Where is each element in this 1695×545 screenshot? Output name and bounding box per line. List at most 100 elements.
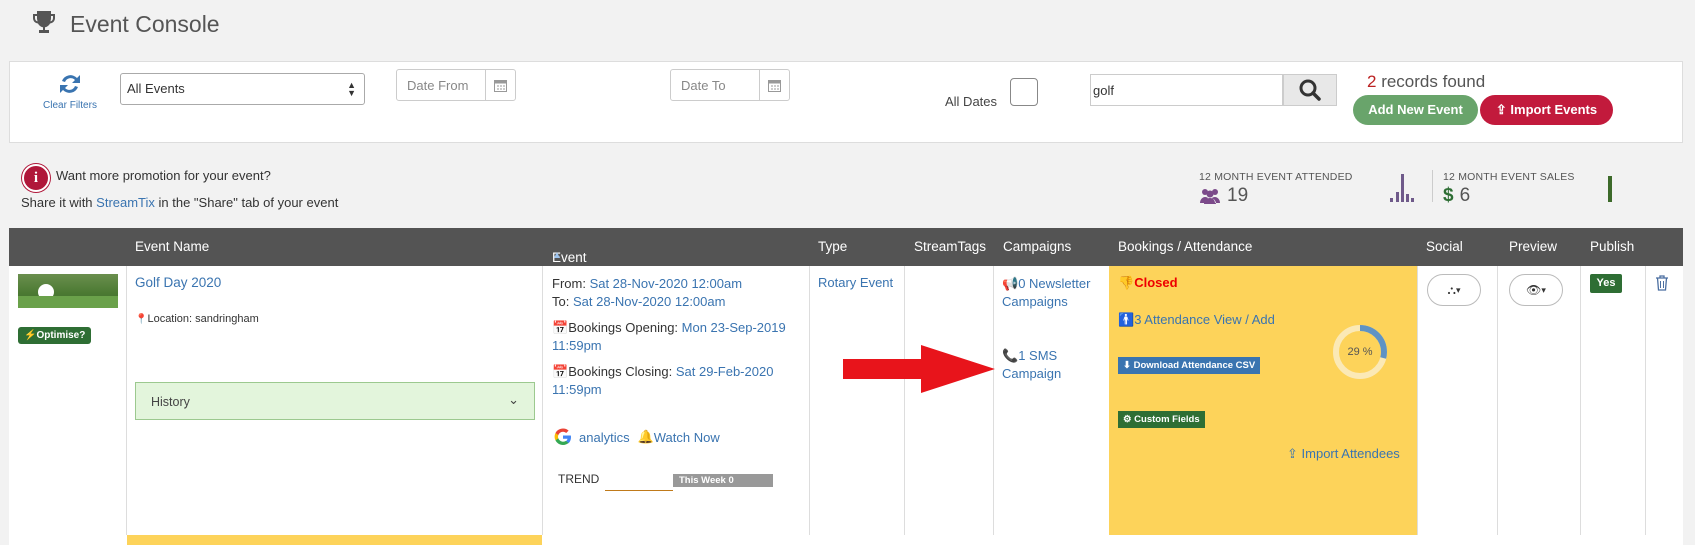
import-attendees-link[interactable]: ⇪ Import Attendees — [1287, 446, 1400, 462]
import-events-button[interactable]: ⇪ Import Events — [1480, 95, 1613, 125]
bookings-closing-row: 📅Bookings Closing: Sat 29-Feb-2020 11:59p… — [552, 363, 802, 399]
date-from-input[interactable]: Date From — [396, 69, 516, 101]
sms-count: 1 SMS — [1018, 348, 1058, 363]
bookings-closing-value: Sat 29-Feb-2020 — [675, 364, 774, 379]
col-divider — [1417, 266, 1418, 545]
records-found: 2 records found — [1367, 72, 1485, 92]
refresh-icon — [60, 75, 80, 93]
stat-divider — [1432, 170, 1433, 202]
import-events-label: Import Events — [1510, 102, 1598, 117]
download-icon: ⬇ — [1123, 360, 1131, 371]
dollar-icon: $ — [1443, 185, 1454, 206]
optimise-badge[interactable]: ⚡Optimise? — [18, 327, 92, 344]
trophy-icon — [30, 8, 58, 41]
attended-stat: 12 MONTH EVENT ATTENDED 19 — [1199, 171, 1353, 207]
promo-share-pre: Share it with — [21, 195, 97, 210]
download-csv-button[interactable]: ⬇ Download Attendance CSV — [1118, 357, 1261, 374]
search-button[interactable] — [1283, 74, 1337, 106]
preview-dropdown[interactable]: 👁 ▾ — [1509, 274, 1563, 306]
all-dates-checkbox[interactable] — [1010, 78, 1038, 106]
clear-filters-button[interactable]: Clear Filters — [34, 72, 106, 111]
sms-campaign-link[interactable]: 📞1 SMS Campaign — [1002, 347, 1061, 383]
bookings-opening-value: Mon 23-Sep-2019 — [681, 320, 786, 335]
add-new-event-button[interactable]: Add New Event — [1353, 95, 1478, 125]
attended-value: 19 — [1227, 185, 1249, 206]
date-to-row: To: Sat 28-Nov-2020 12:00am — [552, 293, 802, 311]
eye-icon: 👁 — [1526, 283, 1542, 297]
history-label: History — [151, 395, 190, 409]
promo-text: Want more promotion for your event? — [56, 168, 271, 183]
optimise-label: Optimise? — [36, 330, 86, 341]
col-divider — [904, 266, 905, 545]
caret-down-icon: ▾ — [1541, 284, 1546, 295]
table-header: Event Name Event Dates ▲ Type StreamTags… — [9, 228, 1683, 280]
red-arrow-annotation — [843, 345, 995, 393]
sales-label: 12 MONTH EVENT SALES — [1443, 171, 1575, 183]
upload-icon: ⇪ — [1287, 446, 1298, 461]
analytics-link[interactable]: analytics — [579, 430, 630, 445]
event-thumbnail[interactable] — [18, 274, 118, 308]
newsletter-campaigns-label: Campaigns — [1002, 294, 1068, 309]
trend-line — [605, 490, 673, 491]
import-attendees-label: Import Attendees — [1301, 446, 1400, 461]
bookings-closing-time: 11:59pm — [552, 382, 602, 397]
streamtix-link[interactable]: StreamTix — [96, 195, 155, 210]
col-divider — [809, 266, 810, 545]
caret-down-icon: ▾ — [1455, 284, 1461, 295]
search-icon — [1299, 79, 1321, 101]
col-type[interactable]: Type — [818, 239, 847, 254]
publish-badge[interactable]: Yes — [1590, 274, 1622, 293]
megaphone-icon: 📢 — [1002, 276, 1019, 291]
promo-share-post: in the "Share" tab of your event — [154, 195, 339, 210]
event-type-link[interactable]: Rotary Event — [818, 275, 893, 290]
event-location-text: Location: sandringham — [147, 313, 259, 325]
chevron-down-icon: ⌄ — [508, 392, 519, 407]
col-event-name[interactable]: Event Name — [135, 239, 209, 254]
trend-badge: This Week 0 — [673, 474, 773, 487]
thumbs-down-icon: 👎 — [1118, 275, 1135, 290]
date-to-placeholder: Date To — [681, 78, 726, 93]
download-csv-label: Download Attendance CSV — [1133, 360, 1256, 371]
trend-label: TREND — [558, 472, 600, 486]
event-location: 📍Location: sandringham — [135, 313, 259, 325]
select-arrows-icon: ▲ ▼ — [347, 80, 356, 98]
analytics-row: analytics 🔔 Watch Now — [553, 427, 720, 447]
event-dates: From: Sat 28-Nov-2020 12:00am To: Sat 28… — [552, 275, 802, 399]
event-filter-value: All Events — [127, 81, 185, 96]
trash-icon[interactable] — [1655, 275, 1669, 296]
upload-icon: ⇪ — [1495, 102, 1507, 117]
attended-label: 12 MONTH EVENT ATTENDED — [1199, 171, 1353, 183]
newsletter-count: 0 Newsletter — [1018, 276, 1091, 291]
sales-sparkline — [1608, 176, 1612, 202]
calendar-icon[interactable] — [759, 70, 789, 100]
info-icon: i — [22, 164, 50, 192]
calendar-icon[interactable] — [485, 70, 515, 100]
bookings-cell — [1109, 266, 1418, 545]
sms-campaign-label: Campaign — [1002, 366, 1062, 381]
calendar-icon: 📅 — [552, 320, 569, 335]
date-from-placeholder: Date From — [407, 78, 469, 93]
col-streamtags: StreamTags — [914, 239, 987, 254]
watch-now-link[interactable]: Watch Now — [654, 430, 720, 445]
event-filter-select[interactable]: All Events ▲ ▼ — [120, 73, 365, 105]
date-to-input[interactable]: Date To — [670, 69, 790, 101]
clear-filters-label: Clear Filters — [43, 100, 97, 111]
status-closed: 👎Closed — [1118, 275, 1178, 291]
bookings-opening-row: 📅Bookings Opening: Mon 23-Sep-2019 11:59p… — [552, 319, 802, 355]
bookings-opening-time: 11:59pm — [552, 338, 602, 353]
event-name-link[interactable]: Golf Day 2020 — [135, 275, 221, 290]
person-icon: 🚹 — [1118, 312, 1135, 327]
history-accordion[interactable]: History ⌄ — [135, 382, 535, 420]
col-bookings: Bookings / Attendance — [1118, 239, 1253, 254]
attendance-percent: 29 % — [1347, 346, 1373, 358]
attendance-link[interactable]: 🚹3 Attendance View / Add — [1118, 312, 1275, 328]
col-campaigns: Campaigns — [1003, 239, 1072, 254]
sitemap-icon: ⛬ — [1447, 282, 1456, 297]
search-input[interactable]: golf — [1090, 74, 1283, 106]
col-publish: Publish — [1590, 239, 1635, 254]
custom-fields-button[interactable]: ⚙ Custom Fields — [1118, 411, 1205, 428]
social-share-dropdown[interactable]: ⛬ ▾ — [1427, 274, 1481, 306]
newsletter-campaigns-link[interactable]: 📢0 Newsletter Campaigns — [1002, 275, 1090, 311]
next-row-highlight — [127, 535, 542, 545]
col-divider — [542, 266, 543, 545]
